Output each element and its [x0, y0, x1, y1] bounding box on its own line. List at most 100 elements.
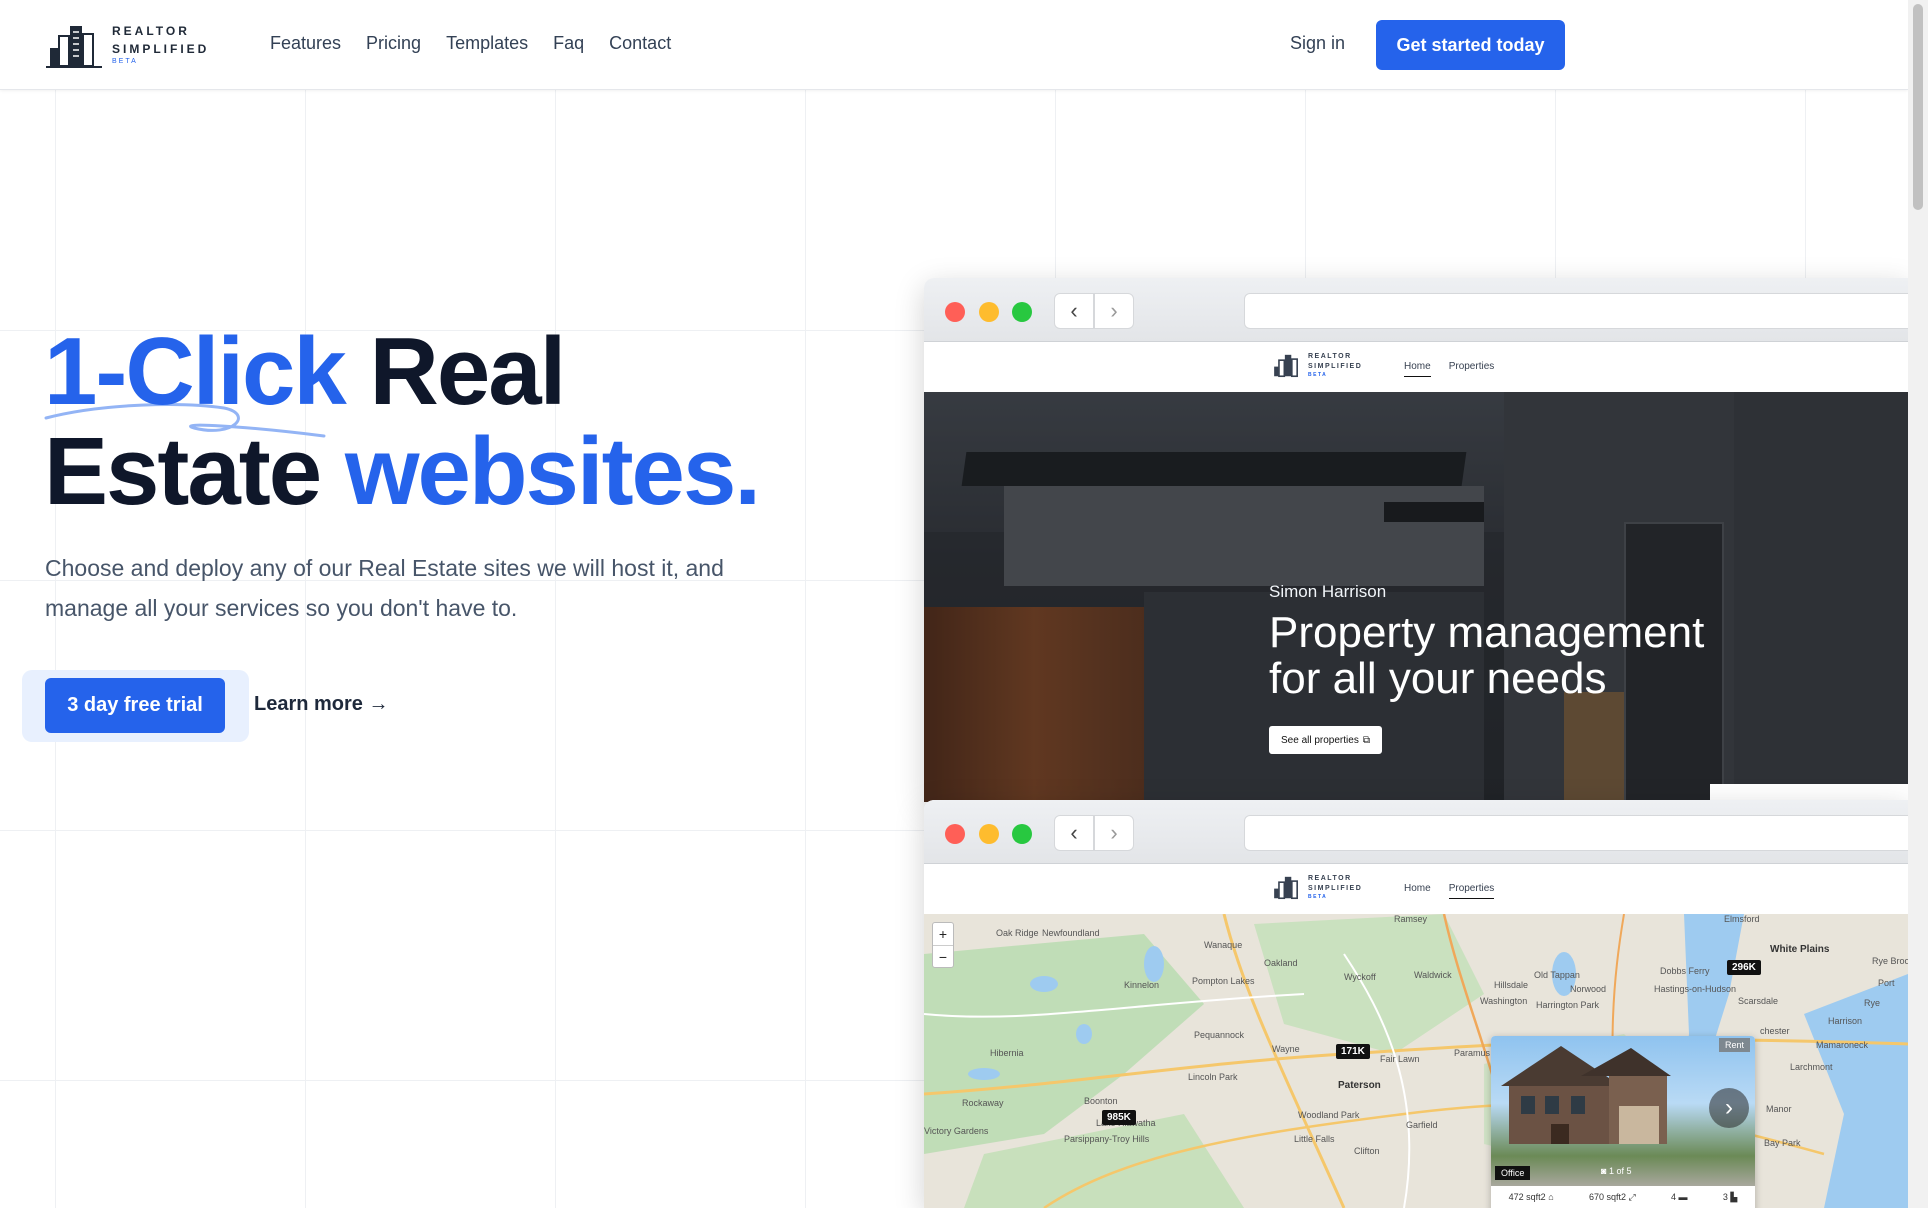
close-dot-icon: [945, 824, 965, 844]
office-tag: Office: [1495, 1166, 1531, 1180]
hero-title-text: Real: [344, 318, 566, 425]
map-label: Paramus: [1454, 1048, 1491, 1058]
map-label: Scarsdale: [1738, 996, 1779, 1006]
map-label: Pequannock: [1194, 1030, 1245, 1040]
learn-more-link[interactable]: Learn more →: [254, 693, 388, 716]
price-marker: 985K: [1102, 1110, 1136, 1125]
nav-contact[interactable]: Contact: [609, 33, 671, 54]
building-logo-icon: [1274, 876, 1298, 900]
map-label: Hillsdale: [1494, 980, 1529, 990]
map-label: Little Falls: [1294, 1134, 1335, 1144]
preview-logo-badge: BETA: [1308, 893, 1328, 900]
nav-features[interactable]: Features: [270, 33, 341, 54]
map-label: Rye Brook: [1872, 956, 1908, 966]
preview-nav-home: Home: [1404, 361, 1431, 377]
map-label: Oak Ridge: [996, 928, 1039, 938]
browser-toolbar: ‹ ›: [924, 800, 1908, 864]
preview-site-nav: REALTOR SIMPLIFIED BETA Home Properties: [924, 342, 1908, 392]
sign-in-link[interactable]: Sign in: [1290, 33, 1345, 54]
external-link-icon: ⧉: [1362, 734, 1370, 746]
preview-nav-home: Home: [1404, 883, 1431, 894]
map-label: Dobbs Ferry: [1660, 966, 1710, 976]
nav-faq[interactable]: Faq: [553, 33, 584, 54]
minimize-dot-icon: [979, 824, 999, 844]
map-label: Mamaroneck: [1816, 1040, 1869, 1050]
map-label: Wyckoff: [1344, 972, 1376, 982]
map-label: Manor: [1766, 1104, 1792, 1114]
site-header: REALTOR SIMPLIFIED BETA Features Pricing…: [0, 0, 1908, 90]
map-label: Hibernia: [990, 1048, 1024, 1058]
preview-logo: REALTOR SIMPLIFIED BETA: [1272, 874, 1362, 900]
home-icon: ⌂: [1548, 1192, 1554, 1202]
nav-templates[interactable]: Templates: [446, 33, 528, 54]
map-label: Oakland: [1264, 958, 1298, 968]
preview-window-properties: ‹ › REALTOR SIMPLIFIED BETA Home Propert…: [924, 800, 1908, 1208]
map-label: Rockaway: [962, 1098, 1004, 1108]
stat-baths: 3 ▙: [1723, 1192, 1737, 1203]
chevron-right-icon: ›: [1709, 1088, 1749, 1128]
map-label: Boonton: [1084, 1096, 1118, 1106]
property-stats: 472 sqft2 ⌂ 670 sqft2 ⤢ 4 ▬ 3 ▙: [1491, 1192, 1755, 1203]
zoom-in-button: +: [938, 926, 948, 942]
site-logo[interactable]: REALTOR SIMPLIFIED BETA: [46, 22, 209, 68]
browser-toolbar: ‹ ›: [924, 278, 1908, 342]
close-dot-icon: [945, 302, 965, 322]
map-label: Norwood: [1570, 984, 1607, 994]
chevron-left-icon: ‹: [1054, 815, 1094, 851]
stat-area-value: 472 sqft2: [1508, 1192, 1546, 1202]
hero-title-highlight: 1-Click: [44, 318, 347, 425]
free-trial-button[interactable]: 3 day free trial: [45, 678, 225, 733]
map-label: Ramsey: [1394, 914, 1428, 924]
nav-pricing[interactable]: Pricing: [366, 33, 421, 54]
hero-subtitle: Choose and deploy any of our Real Estate…: [45, 555, 724, 621]
stat-beds: 4 ▬: [1671, 1192, 1688, 1203]
map-label: Waldwick: [1414, 970, 1452, 980]
hero-title-text-2: Estate: [44, 418, 345, 525]
preview-nav-properties: Properties: [1448, 361, 1495, 372]
preview-logo-badge: BETA: [1308, 371, 1328, 378]
preview-logo-line1: REALTOR: [1308, 874, 1352, 882]
map-zoom-control: + −: [932, 922, 954, 968]
maximize-dot-icon: [1012, 302, 1032, 322]
hero-title-highlight-2: websites.: [344, 418, 761, 525]
map-label: Elmsford: [1724, 914, 1760, 924]
bed-icon: ▬: [1678, 1192, 1688, 1202]
address-bar: [1244, 293, 1908, 329]
page-scrollbar[interactable]: [1908, 0, 1928, 1208]
map-label: Kinnelon: [1124, 980, 1160, 990]
preview-nav-properties: Properties: [1448, 883, 1495, 899]
stat-lot: 670 sqft2 ⤢: [1589, 1192, 1636, 1203]
map-label: chester: [1760, 1026, 1790, 1036]
expand-icon: ⤢: [1628, 1192, 1636, 1202]
map-label: Parsippany-Troy Hills: [1064, 1134, 1150, 1144]
map-label: Fair Lawn: [1380, 1054, 1420, 1064]
stat-area: 472 sqft2 ⌂: [1509, 1192, 1554, 1203]
agent-name: Simon Harrison: [1269, 582, 1387, 601]
photo-counter: ◙ 1 of 5: [1601, 1166, 1631, 1176]
property-card: Rent › Office ◙ 1 of 5 472 sqft2 ⌂ 670 s…: [1491, 1036, 1755, 1208]
map-label: White Plains: [1770, 944, 1830, 955]
house-illustration: [1501, 1046, 1671, 1144]
see-all-properties-button: See all properties ⧉: [1269, 726, 1382, 754]
camera-icon: ◙: [1601, 1166, 1607, 1176]
map-label: Washington: [1480, 996, 1528, 1006]
see-all-properties-label: See all properties: [1281, 734, 1359, 746]
preview-logo-line1: REALTOR: [1308, 352, 1352, 360]
get-started-button[interactable]: Get started today: [1376, 20, 1565, 70]
preview-logo-line2: SIMPLIFIED: [1308, 884, 1363, 892]
scrollbar-thumb[interactable]: [1913, 4, 1923, 210]
preview-headline: Property management for all your needs: [1269, 610, 1789, 702]
map-label: Woodland Park: [1298, 1110, 1360, 1120]
map-label: Harrington Park: [1536, 1000, 1600, 1010]
hero-title: 1-Click Real Estate websites.: [44, 322, 761, 525]
preview-logo: REALTOR SIMPLIFIED BETA: [1272, 352, 1362, 378]
map-label: Harrison: [1828, 1016, 1863, 1026]
map-label: Victory Gardens: [924, 1126, 989, 1136]
rent-tag: Rent: [1719, 1038, 1751, 1052]
zoom-out-button: −: [933, 945, 953, 967]
preview-window-home: ‹ › REALTOR SIMPLIFIED BETA Home Propert…: [924, 278, 1908, 802]
price-marker: 171K: [1336, 1044, 1370, 1059]
map-label: Port: [1878, 978, 1895, 988]
map-label: Lincoln Park: [1188, 1072, 1238, 1082]
map-label: Clifton: [1354, 1146, 1380, 1156]
